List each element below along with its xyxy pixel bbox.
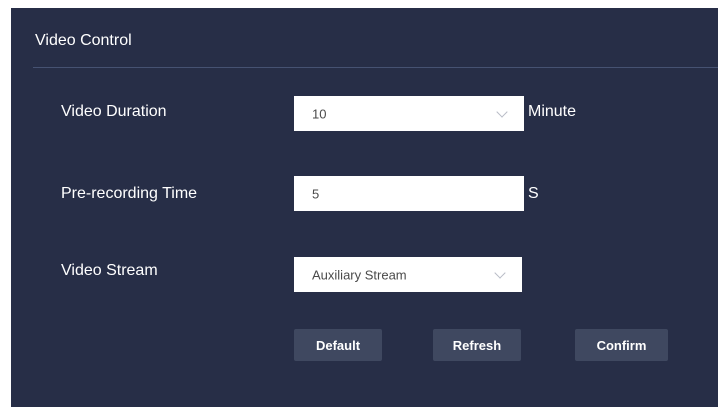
pre-recording-time-label: Pre-recording Time [61,185,198,202]
panel-title: Video Control [35,32,132,49]
video-control-panel: Video Control Video Duration 10 Minute P… [11,8,718,407]
chevron-down-icon [496,105,508,118]
video-duration-select[interactable]: 10 [294,96,524,131]
default-button[interactable]: Default [294,329,382,361]
title-divider [33,67,718,68]
confirm-button[interactable]: Confirm [575,329,668,361]
refresh-button[interactable]: Refresh [433,329,521,361]
chevron-down-icon [494,266,506,279]
video-stream-label: Video Stream [61,262,158,279]
video-duration-label: Video Duration [61,103,167,120]
video-duration-value: 10 [312,106,327,121]
video-stream-select[interactable]: Auxiliary Stream [294,257,522,292]
video-stream-value: Auxiliary Stream [312,267,407,282]
video-duration-unit: Minute [528,103,577,120]
pre-recording-time-unit: S [528,185,539,202]
pre-recording-time-value: 5 [312,186,320,201]
pre-recording-time-input[interactable]: 5 [294,176,524,211]
